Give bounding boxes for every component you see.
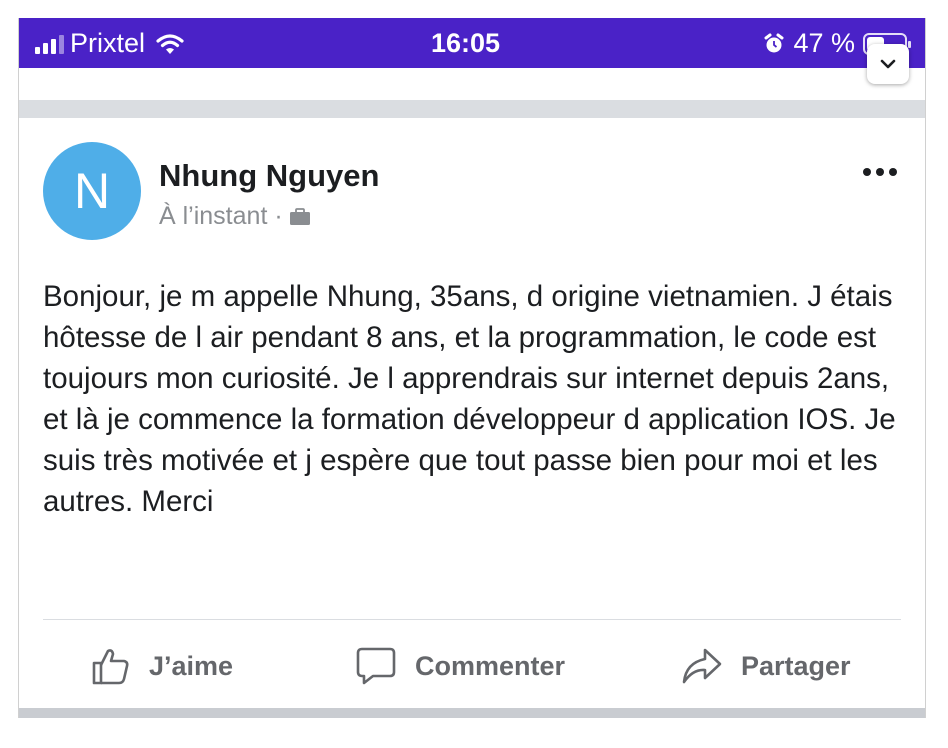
feed-separator [19,100,925,118]
battery-percentage: 47 % [793,28,855,58]
post-actions: J’aime Commenter Partager [19,636,925,696]
thumbs-up-icon [91,646,131,686]
comment-button[interactable]: Commenter [355,646,565,686]
post-text: Bonjour, je m appelle Nhung, 35ans, d or… [43,280,896,518]
avatar[interactable]: N [43,142,141,240]
chevron-down-icon [880,58,896,70]
alarm-icon [763,33,785,55]
comment-icon [355,646,397,686]
wifi-icon [155,32,185,56]
post-timestamp[interactable]: À l’instant · [159,202,283,231]
carrier-name: Prixtel [70,28,146,58]
briefcase-icon [289,207,311,226]
avatar-letter: N [73,163,111,219]
status-left: Prixtel [35,28,185,59]
more-options-button[interactable] [863,168,897,176]
like-label: J’aime [149,650,234,681]
share-button[interactable]: Partager [681,646,851,686]
more-dot-icon [863,168,871,176]
feed-separator-bottom [19,708,925,718]
actions-divider [43,619,901,620]
comment-label: Commenter [415,650,566,681]
status-bar: Prixtel 16:05 47 % [19,18,925,68]
expand-dropdown-button[interactable] [867,44,909,84]
status-time: 16:05 [431,28,501,58]
post-meta: À l’instant · [159,202,311,231]
more-dot-icon [876,168,884,176]
like-button[interactable]: J’aime [91,646,233,686]
author-name[interactable]: Nhung Nguyen [159,158,379,194]
post-screen: Prixtel 16:05 47 % N Nhung Nguyen À l’in… [18,18,926,718]
signal-bars-icon [35,34,64,54]
share-label: Partager [741,650,851,681]
share-icon [681,646,723,686]
more-dot-icon [889,168,897,176]
